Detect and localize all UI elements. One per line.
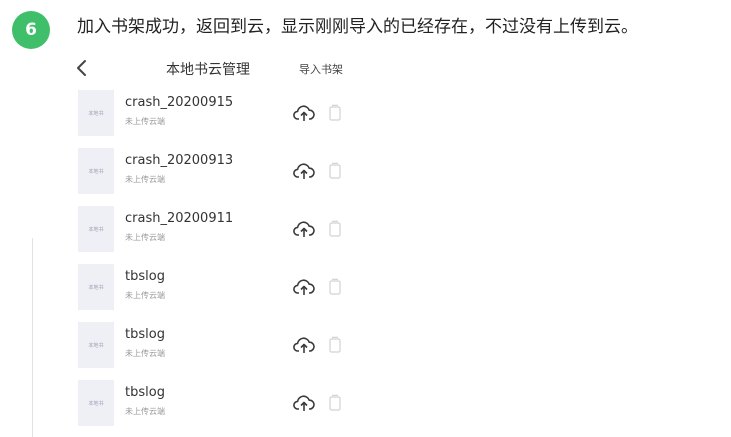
cover-label: 本地书 [88,400,104,407]
trash-icon[interactable] [328,336,342,353]
cloud-upload-icon[interactable] [293,220,315,238]
book-row[interactable]: 本地书 crash_20200915 未上传云端 [78,90,378,148]
cover-label: 本地书 [88,168,104,175]
book-name: crash_20200913 [125,153,234,168]
book-cover: 本地书 [78,90,114,136]
book-row[interactable]: 本地书 crash_20200913 未上传云端 [78,148,378,206]
book-status: 未上传云端 [125,291,165,300]
left-divider [32,238,33,437]
book-status: 未上传云端 [125,233,165,242]
cloud-upload-icon[interactable] [293,162,315,180]
page-title: 本地书云管理 [166,62,250,78]
book-name: tbslog [125,327,165,342]
book-name: tbslog [125,385,165,400]
book-row[interactable]: 本地书 tbslog 未上传云端 [78,322,378,380]
book-cover: 本地书 [78,264,114,310]
trash-icon[interactable] [328,394,342,411]
book-name: crash_20200911 [125,211,234,226]
page: 6 加入书架成功，返回到云，显示刚刚导入的已经存在，不过没有上传到云。 本地书云… [0,0,731,437]
import-shelf-button[interactable]: 导入书架 [299,61,343,77]
book-name: tbslog [125,269,165,284]
book-cover: 本地书 [78,322,114,368]
step-badge: 6 [12,11,50,49]
cover-label: 本地书 [88,284,104,291]
trash-icon[interactable] [328,278,342,295]
step-description: 加入书架成功，返回到云，显示刚刚导入的已经存在，不过没有上传到云。 [77,17,638,37]
book-status: 未上传云端 [125,117,165,126]
cover-label: 本地书 [88,342,104,349]
chevron-left-icon[interactable] [72,56,92,80]
cover-label: 本地书 [88,226,104,233]
book-row[interactable]: 本地书 tbslog 未上传云端 [78,380,378,437]
cloud-upload-icon[interactable] [293,336,315,354]
book-status: 未上传云端 [125,175,165,184]
book-name: crash_20200915 [125,95,234,110]
cloud-upload-icon[interactable] [293,278,315,296]
cover-label: 本地书 [88,110,104,117]
book-cover: 本地书 [78,206,114,252]
book-list: 本地书 crash_20200915 未上传云端 本地书 crash_20200… [78,90,378,437]
book-row[interactable]: 本地书 tbslog 未上传云端 [78,264,378,322]
cloud-upload-icon[interactable] [293,394,315,412]
book-cover: 本地书 [78,148,114,194]
trash-icon[interactable] [328,220,342,237]
cloud-upload-icon[interactable] [293,104,315,122]
book-status: 未上传云端 [125,349,165,358]
book-row[interactable]: 本地书 crash_20200911 未上传云端 [78,206,378,264]
book-cover: 本地书 [78,380,114,426]
trash-icon[interactable] [328,162,342,179]
book-status: 未上传云端 [125,407,165,416]
app-header: 本地书云管理 导入书架 [70,54,370,84]
trash-icon[interactable] [328,104,342,121]
